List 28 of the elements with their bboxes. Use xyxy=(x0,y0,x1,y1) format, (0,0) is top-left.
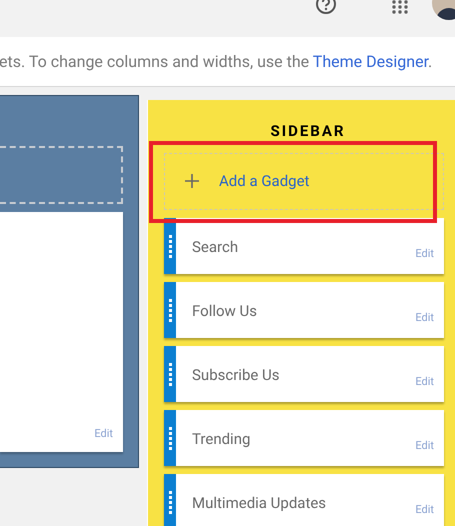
edit-link[interactable]: Edit xyxy=(415,438,434,466)
info-text: ets. To change columns and widths, use the Theme Designer. xyxy=(0,50,432,72)
drag-handle[interactable] xyxy=(164,410,176,466)
theme-designer-link[interactable]: Theme Designer xyxy=(312,52,428,70)
drag-handle[interactable] xyxy=(164,218,176,274)
gadget-card[interactable]: Follow Us Edit xyxy=(164,282,444,338)
add-gadget-label: Add a Gadget xyxy=(219,171,310,192)
add-gadget-button[interactable]: Add a Gadget xyxy=(164,152,444,210)
gadget-title: Multimedia Updates xyxy=(192,493,326,514)
gadget-card[interactable]: Search Edit xyxy=(164,218,444,274)
edit-link[interactable]: Edit xyxy=(415,374,434,402)
edit-link[interactable]: Edit xyxy=(415,502,434,526)
drag-handle[interactable] xyxy=(164,474,176,526)
apps-grid-icon[interactable] xyxy=(392,0,408,14)
drag-handle[interactable] xyxy=(164,282,176,338)
gadget-title: Trending xyxy=(192,429,250,450)
edit-link[interactable]: Edit xyxy=(415,310,434,338)
gadget-title: Follow Us xyxy=(192,301,258,322)
gadget-card[interactable]: Subscribe Us Edit xyxy=(164,346,444,402)
gadget-title: Subscribe Us xyxy=(192,365,280,386)
gadget-card[interactable]: Multimedia Updates Edit xyxy=(164,474,444,526)
edit-link[interactable]: Edit xyxy=(415,246,434,274)
drag-handle[interactable] xyxy=(164,346,176,402)
sidebar-title: SIDEBAR xyxy=(270,121,346,142)
gadget-title: Search xyxy=(192,237,238,258)
gadget-card[interactable]: Trending Edit xyxy=(164,410,444,466)
plus-icon xyxy=(185,174,200,188)
edit-link[interactable]: Edit xyxy=(94,426,113,442)
